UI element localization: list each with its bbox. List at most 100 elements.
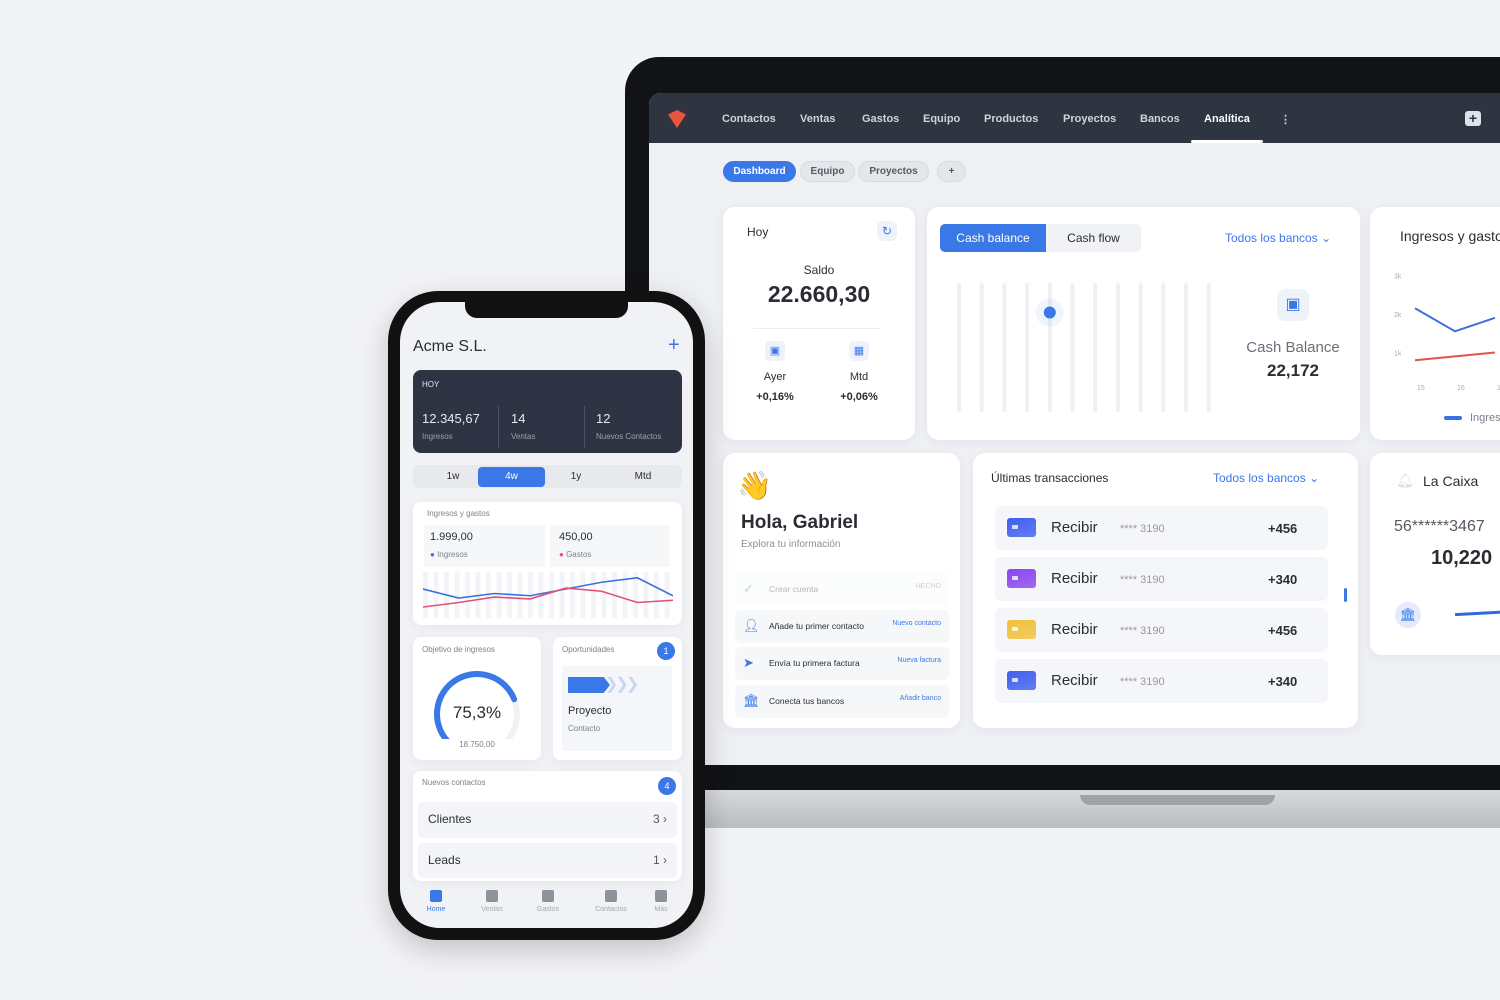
stat-value: 14 <box>511 411 526 426</box>
contact-row-leads[interactable]: Leads 1 › <box>418 843 677 878</box>
transaction-row[interactable]: Recibir **** 3190 +456 <box>995 506 1328 550</box>
y-tick-label: 2k <box>1394 312 1402 319</box>
bank-balance: 10,220 <box>1431 547 1493 569</box>
income-title: Ingresos y gastos <box>427 509 490 518</box>
tab-proyectos[interactable]: Proyectos <box>858 161 929 182</box>
chevron-right-icon: › <box>663 853 667 867</box>
nav-item-1[interactable]: Ventas <box>800 113 835 125</box>
stat-label: Ingresos <box>422 432 453 441</box>
gastos-label: ● Gastos <box>559 550 591 559</box>
mtd-label: Mtd <box>849 371 869 383</box>
tab-dashboard[interactable]: Dashboard <box>723 161 796 182</box>
calendar-icon: ▣ <box>1277 289 1309 321</box>
transaction-row[interactable]: Recibir **** 3190 +340 <box>995 557 1328 601</box>
nav-item-0[interactable]: Contactos <box>722 113 776 125</box>
transaction-row[interactable]: Recibir **** 3190 +456 <box>995 608 1328 652</box>
goal-target: 18.750,00 <box>459 740 495 749</box>
bottom-nav-4[interactable]: Más <box>641 890 681 913</box>
chart-bg-stripe <box>496 572 502 618</box>
stat-value: 12 <box>596 411 611 426</box>
stat-label: Nuevos Contactos <box>596 432 662 441</box>
bottom-nav-label: Ventas <box>481 906 503 913</box>
tx-label: Recibir <box>1051 519 1098 536</box>
step-label: Conecta tus bancos <box>769 696 845 706</box>
opportunity-name: Proyecto <box>568 705 612 717</box>
transaction-row[interactable]: Recibir **** 3190 +340 <box>995 659 1328 703</box>
row-count-value: 3 <box>652 812 660 826</box>
income-line-chart: 1k2k3k151617 <box>1394 274 1500 393</box>
bottom-nav-3[interactable]: Contactos <box>591 890 631 913</box>
period-4w[interactable]: 4w <box>478 467 545 487</box>
contacts-title: Nuevos contactos <box>422 778 486 787</box>
row-count: 1 › <box>653 853 667 867</box>
card-icon <box>1007 518 1036 537</box>
divider <box>584 406 585 448</box>
step-label: Envía tu primera factura <box>769 658 860 668</box>
step-action[interactable]: Nuevo contacto <box>892 620 941 627</box>
income-expense-card: Ingresos y gastos 1k2k3k151617 Ingresos <box>1370 207 1500 440</box>
onboarding-step[interactable]: 🏛︎ Conecta tus bancos Añadir banco <box>735 685 949 718</box>
period-1y[interactable]: 1y <box>548 467 604 487</box>
opportunity-stage: Contacto <box>568 724 601 733</box>
greeting-title: Hola, Gabriel <box>741 512 859 533</box>
bottom-nav-1[interactable]: Ventas <box>472 890 512 913</box>
legend-label: Ingresos <box>1470 412 1500 424</box>
nav-item-6[interactable]: Bancos <box>1140 113 1180 125</box>
scrollbar[interactable] <box>1344 588 1347 602</box>
send-icon: ➤ <box>743 655 754 670</box>
tx-amount: +456 <box>1268 521 1298 536</box>
nav-item-7[interactable]: Analítica <box>1204 113 1250 125</box>
x-tick-label: 15 <box>1417 385 1425 392</box>
bank-account: 56******3467 <box>1394 518 1485 535</box>
chart-bg-stripe <box>664 572 670 618</box>
mtd-value: +0,06% <box>840 391 878 403</box>
calendar-icon: ▣ <box>765 341 785 361</box>
add-icon[interactable]: + <box>668 334 680 357</box>
nav-item-5[interactable]: Proyectos <box>1063 113 1116 125</box>
step-action[interactable]: Nueva factura <box>897 657 941 664</box>
bank-filter-dropdown[interactable]: Todos los bancos ⌄ <box>1213 471 1319 485</box>
bell-icon: 🔔︎ <box>1396 472 1414 488</box>
tx-label: Recibir <box>1051 621 1098 638</box>
nav-item-4[interactable]: Productos <box>984 113 1038 125</box>
bottom-nav-label: Más <box>654 906 668 913</box>
bottom-nav-0[interactable]: Home <box>416 890 456 913</box>
bank-card: 🔔︎ La Caixa 56******3467 10,220 🏛︎ <box>1370 453 1500 655</box>
chart-bg-stripe <box>465 572 470 618</box>
chevron-down-icon: ⌄ <box>1309 471 1320 485</box>
transactions-title: Últimas transacciones <box>991 471 1109 485</box>
tab-equipo[interactable]: Equipo <box>800 161 855 182</box>
saldo-value: 22.660,30 <box>767 281 871 307</box>
period-1w[interactable]: 1w <box>425 467 481 487</box>
series-line-0 <box>1414 307 1496 333</box>
more-vertical-icon[interactable]: ⋮ <box>1280 113 1291 126</box>
tx-amount: +340 <box>1268 674 1298 689</box>
onboarding-step: ✓ Crear cuenta HECHO <box>735 573 949 606</box>
onboarding-step[interactable]: ➤ Envía tu primera factura Nueva factura <box>735 647 949 680</box>
nav-item-3[interactable]: Equipo <box>923 113 960 125</box>
pipeline-stages: ❯❯❯ <box>605 676 639 693</box>
contact-row-clientes[interactable]: Clientes 3 › <box>418 802 677 838</box>
tx-label: Recibir <box>1051 570 1098 587</box>
card-icon <box>1007 620 1036 639</box>
onboarding-step[interactable]: 👤︎ Añade tu primer contacto Nuevo contac… <box>735 610 949 643</box>
nav-item-2[interactable]: Gastos <box>862 113 899 125</box>
card-icon <box>1007 569 1036 588</box>
bank-sparkline <box>1454 608 1500 617</box>
row-label: Clientes <box>428 812 472 826</box>
step-label: Crear cuenta <box>769 584 819 594</box>
chart-bg-stripe <box>433 572 439 618</box>
step-action[interactable]: Añadir banco <box>900 695 941 702</box>
tx-account: **** 3190 <box>1120 676 1165 688</box>
refresh-icon[interactable]: ↻ <box>877 221 897 241</box>
phone-income-chart <box>423 572 673 618</box>
gastos-value: 450,00 <box>559 531 593 543</box>
divider <box>498 406 499 448</box>
add-tab-button[interactable]: + <box>937 161 966 182</box>
add-button[interactable]: + <box>1465 111 1481 126</box>
cash-balance-card: Cash balance Cash flow Todos los bancos … <box>927 207 1360 440</box>
bottom-nav-2[interactable]: Gastos <box>528 890 568 913</box>
add-contact-icon: 👤︎ <box>743 618 760 633</box>
ingresos-dot: ● <box>430 550 435 559</box>
period-Mtd[interactable]: Mtd <box>615 467 671 487</box>
